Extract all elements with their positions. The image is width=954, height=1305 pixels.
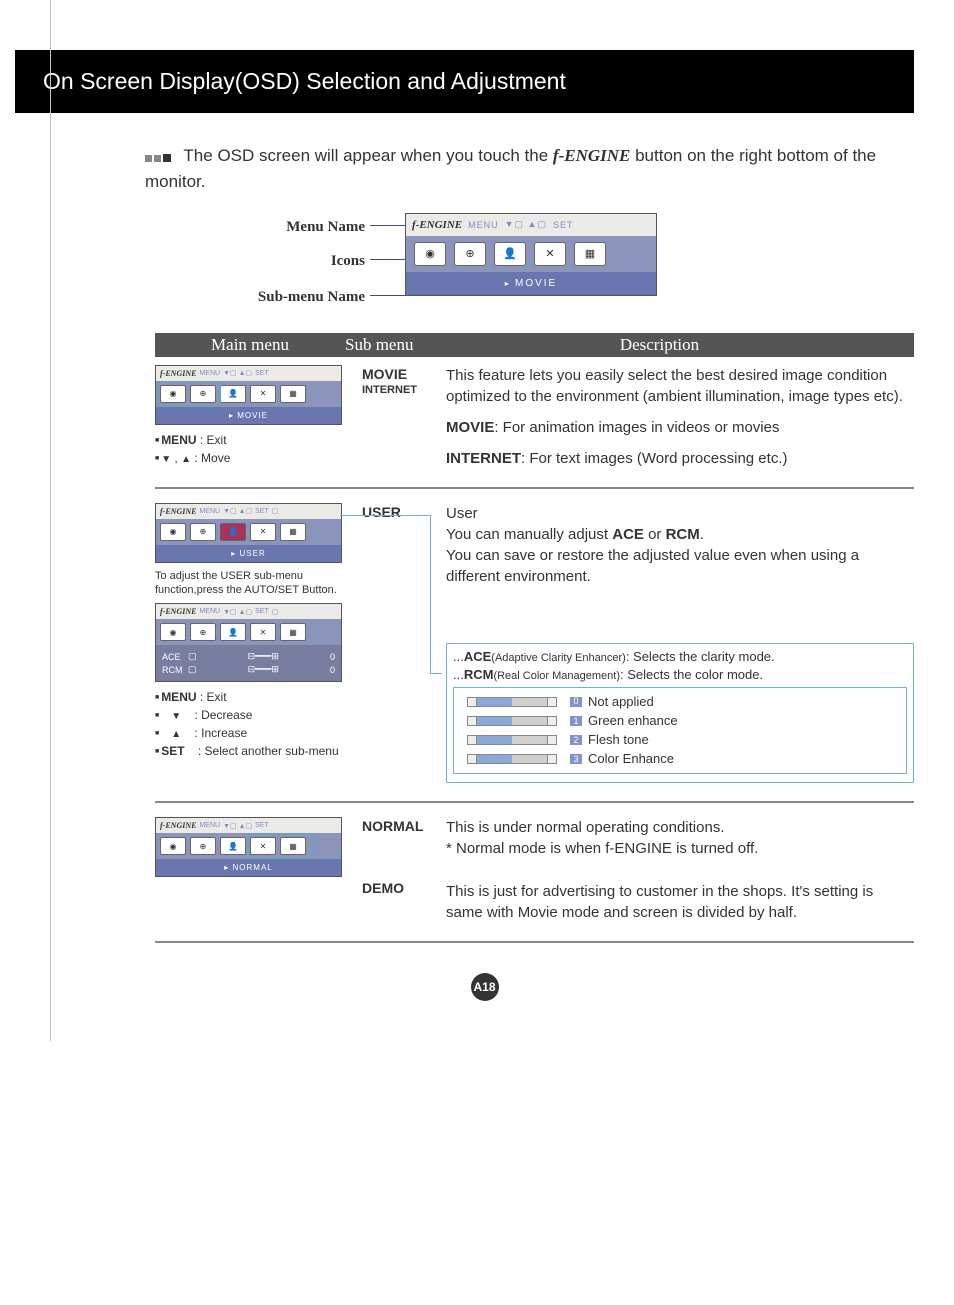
table-header: Main menu Sub menu Description: [155, 333, 914, 357]
intro-p1: The OSD screen will appear when you touc…: [183, 146, 552, 165]
osd-icon-row: ◉ ⊕ 👤 ✕ ▦: [406, 236, 656, 272]
desc-movie-internet: This feature lets you easily select the …: [446, 365, 914, 407]
connector-line: [370, 225, 405, 226]
sub-internet: INTERNET: [362, 383, 434, 397]
user-line2: You can save or restore the adjusted val…: [446, 545, 914, 587]
sub-user: USER: [362, 503, 434, 521]
connector-line: [430, 515, 431, 673]
desc-movie-b: MOVIE: [446, 419, 494, 436]
demo-icon: ▦: [574, 242, 606, 266]
section-user: f-ENGINEMENU▼▢ ▲▢SET▢ ◉⊕👤✕▦ ▸ USER To ad…: [155, 503, 914, 784]
header-main: Main menu: [155, 335, 345, 355]
fengine-logo-text: f-ENGINE: [553, 146, 630, 165]
page-number: A18: [471, 973, 499, 1001]
section-movie: f-ENGINEMENU▼▢ ▲▢SET ◉⊕👤✕▦ ▸ MOVIE MENU …: [155, 365, 914, 469]
divider: [155, 487, 914, 489]
sub-demo: DEMO: [362, 879, 434, 897]
osd-top-bar: f-ENGINE MENU ▼▢ ▲▢ SET: [406, 214, 656, 236]
highlight-box: [157, 381, 221, 407]
desc-demo: This is just for advertising to customer…: [446, 881, 914, 923]
connector-line: [370, 295, 405, 296]
osd-sub-label: ▸ MOVIE: [406, 272, 656, 295]
desc-internet-b: INTERNET: [446, 450, 521, 467]
bullet-squares: [145, 144, 173, 170]
osd-mini-ace-rcm: f-ENGINEMENU▼▢ ▲▢SET▢ ◉⊕👤✕▦ ACE▢⊟━━━⊞0 R…: [155, 603, 342, 682]
controls-legend: MENU : Exit , : Move: [155, 431, 350, 467]
connector-line: [370, 259, 405, 260]
header-desc: Description: [485, 335, 914, 355]
desc-movie-t: : For animation images in videos or movi…: [494, 419, 779, 436]
rcm-options: 0Not applied 1Green enhance 2Flesh tone …: [453, 687, 907, 775]
desc-normal-note: * Normal mode is when f-ENGINE is turned…: [446, 838, 914, 859]
osd-diagram: Menu Name Icons Sub-menu Name f-ENGINE M…: [195, 213, 914, 313]
desc-internet-t: : For text images (Word processing etc.): [521, 450, 787, 467]
label-icons: Icons: [195, 253, 365, 270]
osd-tag-set: SET: [553, 220, 574, 230]
user-icon: 👤: [494, 242, 526, 266]
ace-rcm-box: ...ACE(Adaptive Clarity Enhancer): Selec…: [446, 643, 914, 784]
user-title: User: [446, 503, 914, 524]
label-sub-menu-name: Sub-menu Name: [195, 289, 365, 306]
sub-movie: MOVIE: [362, 365, 434, 383]
sub-normal: NORMAL: [362, 817, 434, 835]
internet-icon: ⊕: [454, 242, 486, 266]
intro-text: The OSD screen will appear when you touc…: [145, 143, 914, 195]
vertical-rule: [50, 0, 51, 1041]
highlight-box: [249, 833, 313, 859]
osd-mini-user: f-ENGINEMENU▼▢ ▲▢SET▢ ◉⊕👤✕▦ ▸ USER: [155, 503, 342, 563]
osd-brand: f-ENGINE: [412, 219, 462, 231]
divider: [155, 941, 914, 943]
osd-box-large: f-ENGINE MENU ▼▢ ▲▢ SET ◉ ⊕ 👤 ✕ ▦ ▸ MOVI…: [405, 213, 657, 296]
connector-line: [430, 673, 442, 674]
section-normal: f-ENGINEMENU▼▢ ▲▢SET ◉⊕👤✕▦ ▸ NORMAL NORM…: [155, 817, 914, 923]
divider: [155, 801, 914, 803]
user-line1: You can manually adjust ACE or RCM.: [446, 524, 914, 545]
controls-legend-user: MENU : Exit : Decrease : Increase SET : …: [155, 688, 350, 760]
osd-tag-menu: MENU: [468, 220, 499, 230]
user-adjust-note: To adjust the USER sub-menu function,pre…: [155, 569, 350, 598]
desc-normal: This is under normal operating condition…: [446, 817, 914, 838]
page-title: On Screen Display(OSD) Selection and Adj…: [15, 50, 914, 113]
normal-icon: ✕: [534, 242, 566, 266]
label-menu-name: Menu Name: [195, 219, 365, 236]
header-sub: Sub menu: [345, 335, 485, 355]
connector-line: [340, 515, 430, 516]
movie-icon: ◉: [414, 242, 446, 266]
